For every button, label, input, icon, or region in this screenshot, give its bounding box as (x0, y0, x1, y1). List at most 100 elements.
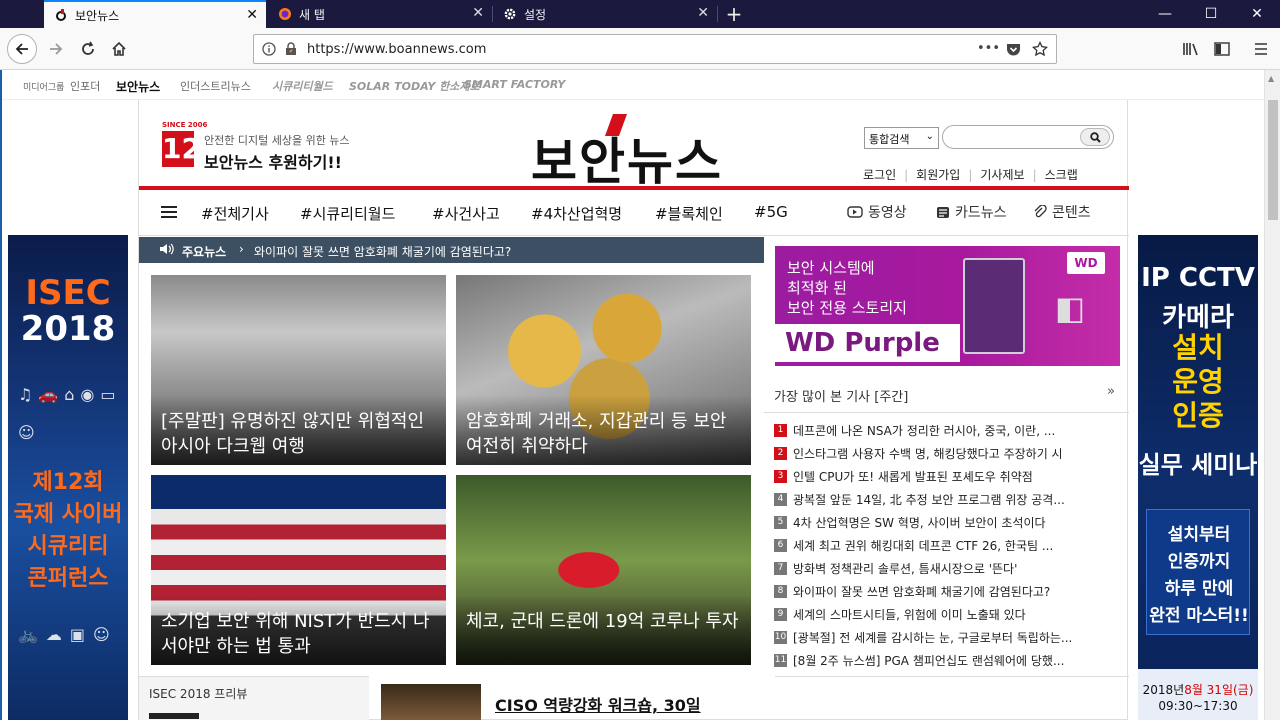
nav-5g[interactable]: #5G (754, 203, 788, 221)
list-item-title[interactable]: 와이파이 잘못 쓰면 암호화폐 채굴기에 감염된다고? (793, 583, 1050, 600)
list-item[interactable]: 11 [8월 2주 뉴스썸] PGA 챔피언십도 랜섬웨어에 당했... (774, 650, 1119, 670)
list-item[interactable]: 2 인스타그램 사용자 수백 명, 해킹당했다고 주장하기 시 (774, 443, 1119, 463)
forward-button[interactable] (41, 34, 71, 64)
list-item-title[interactable]: [8월 2주 뉴스썸] PGA 챔피언십도 랜섬웨어에 당했... (793, 652, 1064, 669)
list-item[interactable]: 3 인텔 CPU가 또! 새롭게 발표된 포셰도우 취약점 (774, 466, 1119, 486)
nav-video[interactable]: 동영상 (847, 202, 907, 222)
list-item[interactable]: 5 4차 산업혁명은 SW 혁명, 사이버 보안이 초석이다 (774, 512, 1119, 532)
scrollbar-thumb[interactable] (1268, 100, 1278, 220)
list-item[interactable]: 4 광복절 앞둔 14일, 北 추정 보안 프로그램 위장 공격... (774, 489, 1119, 509)
news-card-title[interactable]: 암호화폐 거래소, 지갑관리 등 보안 여전히 취약하다 (466, 409, 746, 459)
login-link[interactable]: 로그인 (863, 166, 896, 183)
solartoday-link[interactable]: SOLAR TODAY 한소제로 (349, 78, 480, 94)
infothe-link[interactable]: 인포더 (70, 78, 100, 94)
reload-button[interactable] (73, 34, 103, 64)
boannews-link[interactable]: 보안뉴스 (116, 78, 160, 95)
list-item[interactable]: 9 세계의 스마트시티들, 위험에 이미 노출돼 있다 (774, 604, 1119, 624)
tab-new-tab[interactable]: 새 탭 ✕ (268, 0, 492, 28)
nav-blockchain[interactable]: #블록체인 (655, 203, 723, 224)
banner-year: 2018 (20, 309, 116, 349)
industrynews-link[interactable]: 인더스트리뉴스 (180, 78, 251, 94)
smartfactory-link[interactable]: SMART FACTORY (464, 78, 565, 91)
ticker-headline[interactable]: 와이파이 잘못 쓰면 암호화폐 채굴기에 감염된다고? (254, 243, 511, 260)
media-group-label: 미디어그룹 (23, 83, 65, 93)
pocket-icon[interactable] (1006, 42, 1021, 60)
support-link[interactable]: 보안뉴스 후원하기!! (204, 149, 342, 173)
list-item-title[interactable]: 데프콘에 나온 NSA가 정리한 러시아, 중국, 이란, ... (793, 422, 1055, 439)
news-card-title[interactable]: 소기업 보안 위해 NIST가 반드시 나서야만 하는 법 통과 (161, 609, 441, 659)
maximize-button[interactable]: ☐ (1188, 0, 1234, 28)
close-tab-icon[interactable]: ✕ (697, 6, 709, 20)
library-icon[interactable] (1176, 34, 1206, 64)
signup-link[interactable]: 회원가입 (916, 166, 960, 183)
lock-icon[interactable] (284, 42, 298, 59)
isec-2018-banner[interactable]: ISEC 2018 ♫ 🚗 ⌂ ◉ ▭ ☺ 제12회 국제 사이버 시큐리티 콘퍼런스 🚲… (8, 235, 128, 720)
list-item[interactable]: 1 데프콘에 나온 NSA가 정리한 러시아, 중국, 이란, ... (774, 420, 1119, 440)
scroll-up-icon[interactable]: ▲ (1268, 74, 1274, 83)
close-window-button[interactable]: ✕ (1234, 0, 1280, 28)
news-card[interactable]: 소기업 보안 위해 NIST가 반드시 나서야만 하는 법 통과 (151, 475, 446, 665)
back-button[interactable] (7, 34, 37, 64)
news-card-title[interactable]: 체코, 군대 드론에 19억 코루나 투자 (466, 609, 746, 634)
news-card[interactable]: 체코, 군대 드론에 19억 코루나 투자 (456, 475, 751, 665)
list-item-title[interactable]: 인텔 CPU가 또! 새롭게 발표된 포셰도우 취약점 (793, 468, 1033, 485)
news-card[interactable]: [주말판] 유명하진 않지만 위협적인 아시아 다크웹 여행 (151, 275, 446, 465)
list-item[interactable]: 7 방화벽 정책관리 솔루션, 틈새시장으로 '뜬다' (774, 558, 1119, 578)
bookmark-star-icon[interactable] (1031, 40, 1049, 61)
list-item-title[interactable]: 인스타그램 사용자 수백 명, 해킹당했다고 주장하기 시 (793, 445, 1063, 462)
close-tab-icon[interactable]: ✕ (246, 8, 258, 22)
nav-incidents[interactable]: #사건사고 (432, 203, 500, 224)
report-link[interactable]: 기사제보 (980, 166, 1024, 183)
nav-4th-industrial[interactable]: #4차산업혁명 (531, 203, 622, 224)
list-item-title[interactable]: [광복절] 전 세계를 감시하는 눈, 구글로부터 독립하는... (793, 629, 1072, 646)
ip-cctv-seminar-banner[interactable]: IP CCTV 카메라 설치 운영 인증 실무 세미나 설치부터 인증까지 하루… (1138, 235, 1258, 720)
sidebar-toggle-icon[interactable] (1207, 34, 1237, 64)
securityworld-link[interactable]: 시큐리티월드 (272, 78, 333, 94)
new-tab-button[interactable]: + (722, 2, 746, 26)
list-item-title[interactable]: 세계의 스마트시티들, 위험에 이미 노출돼 있다 (793, 606, 1026, 623)
news-thumbnail[interactable] (381, 684, 481, 720)
gear-icon (503, 7, 517, 21)
banner-line: 설치부터 (1167, 525, 1231, 545)
nav-contents[interactable]: 콘텐츠 (1033, 202, 1091, 222)
nav-cardnews[interactable]: 카드뉴스 (936, 202, 1007, 222)
scrap-link[interactable]: 스크랩 (1045, 166, 1078, 183)
search-input[interactable] (942, 125, 1114, 149)
list-item-title[interactable]: 세계 최고 권위 해킹대회 데프콘 CTF 26, 한국팀 ... (793, 537, 1053, 554)
section-title[interactable]: ISEC 2018 프리뷰 (149, 685, 247, 702)
paperclip-icon (1034, 205, 1047, 218)
music-icon: ♫ (18, 385, 33, 404)
url-text[interactable]: https://www.boannews.com (307, 42, 486, 57)
nav-securityworld[interactable]: #시큐리티월드 (300, 203, 395, 224)
home-button[interactable] (104, 34, 134, 64)
tab-settings[interactable]: 설정 ✕ (493, 0, 717, 28)
since-label: SINCE 2006 (162, 121, 208, 129)
close-tab-icon[interactable]: ✕ (472, 6, 484, 20)
list-item-title[interactable]: 4차 산업혁명은 SW 혁명, 사이버 보안이 초석이다 (793, 514, 1046, 531)
list-item-title[interactable]: 방화벽 정책관리 솔루션, 틈새시장으로 '뜬다' (793, 560, 1017, 577)
list-item[interactable]: 8 와이파이 잘못 쓰면 암호화폐 채굴기에 감염된다고? (774, 581, 1119, 601)
tab-boannews[interactable]: 보안뉴스 ✕ (44, 0, 266, 28)
list-item[interactable]: 10 [광복절] 전 세계를 감시하는 눈, 구글로부터 독립하는... (774, 627, 1119, 647)
more-arrow-icon[interactable]: » (1107, 384, 1115, 399)
search-button[interactable] (1080, 128, 1110, 146)
menu-icon[interactable] (1246, 34, 1276, 64)
list-item[interactable]: 6 세계 최고 권위 해킹대회 데프콘 CTF 26, 한국팀 ... (774, 535, 1119, 555)
news-title[interactable]: CISO 역량강화 워크숍, 30일 (495, 692, 701, 716)
wd-purple-ad[interactable]: 보안 시스템에 최적화 된 보안 전용 스토리지 WD Purple ◧ WD (775, 246, 1120, 366)
site-logo[interactable]: 보안뉴스 (531, 122, 723, 194)
anniversary-logo[interactable]: SINCE 2006 12 (156, 121, 207, 169)
list-item-title[interactable]: 광복절 앞둔 14일, 北 추정 보안 프로그램 위장 공격... (793, 491, 1065, 508)
news-card-title[interactable]: [주말판] 유명하진 않지만 위협적인 아시아 다크웹 여행 (161, 409, 441, 459)
minimize-button[interactable]: — (1142, 0, 1188, 28)
vertical-scrollbar[interactable]: ▲ (1264, 70, 1280, 720)
search-scope-select[interactable]: 통합검색 ⌄ (864, 127, 939, 149)
hamburger-menu-icon[interactable] (161, 206, 177, 218)
address-bar[interactable]: https://www.boannews.com ••• (253, 34, 1057, 64)
info-icon[interactable] (262, 42, 276, 59)
page-actions-icon[interactable]: ••• (977, 41, 1000, 56)
nav-all-articles[interactable]: #전체기사 (201, 203, 269, 224)
news-card[interactable]: 암호화폐 거래소, 지갑관리 등 보안 여전히 취약하다 (456, 275, 751, 465)
headline-ticker[interactable]: 주요뉴스 › 와이파이 잘못 쓰면 암호화폐 채굴기에 감염된다고? (139, 237, 764, 263)
web-page: 미디어그룹 인포더 보안뉴스 인더스트리뉴스 시큐리티월드 SOLAR TODA… (0, 70, 1264, 720)
